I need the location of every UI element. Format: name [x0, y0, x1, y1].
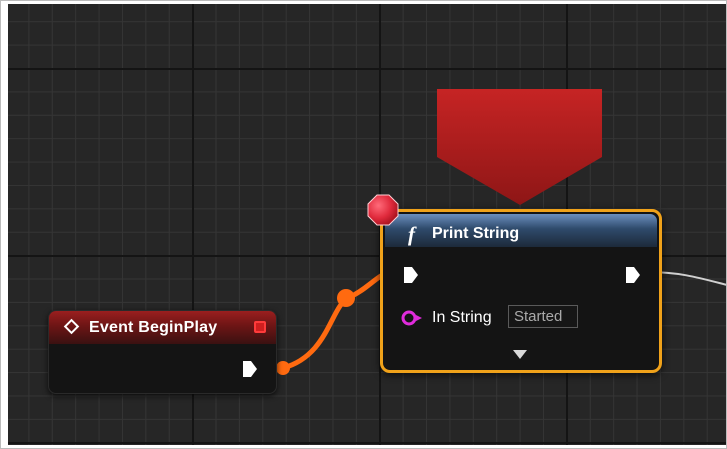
print-string-node[interactable]: f Print String In String Started	[380, 209, 662, 373]
event-diamond-icon	[63, 318, 80, 335]
function-f-icon: f	[408, 222, 415, 246]
string-pin-icon[interactable]	[400, 309, 426, 327]
exec-input-pin-icon[interactable]	[403, 266, 419, 284]
event-node-title: Event BeginPlay	[89, 319, 218, 336]
exec-output-pin-icon[interactable]	[625, 266, 641, 284]
event-beginplay-node[interactable]: Event BeginPlay	[48, 310, 277, 394]
event-node-header[interactable]: Event BeginPlay	[49, 311, 276, 344]
print-node-header[interactable]: f Print String	[385, 214, 657, 247]
exec-output-pin-icon[interactable]	[242, 360, 258, 378]
wire-reroute-dot	[337, 289, 355, 307]
delegate-pin-icon[interactable]	[254, 321, 266, 333]
in-string-input[interactable]: Started	[508, 305, 578, 328]
in-string-label: In String	[432, 309, 492, 326]
wire-end-dot	[276, 361, 290, 375]
exec-wire	[280, 271, 387, 371]
print-node-title: Print String	[432, 225, 520, 242]
debug-execution-arrow	[437, 89, 602, 205]
expand-advanced-arrow-icon[interactable]	[513, 350, 527, 359]
